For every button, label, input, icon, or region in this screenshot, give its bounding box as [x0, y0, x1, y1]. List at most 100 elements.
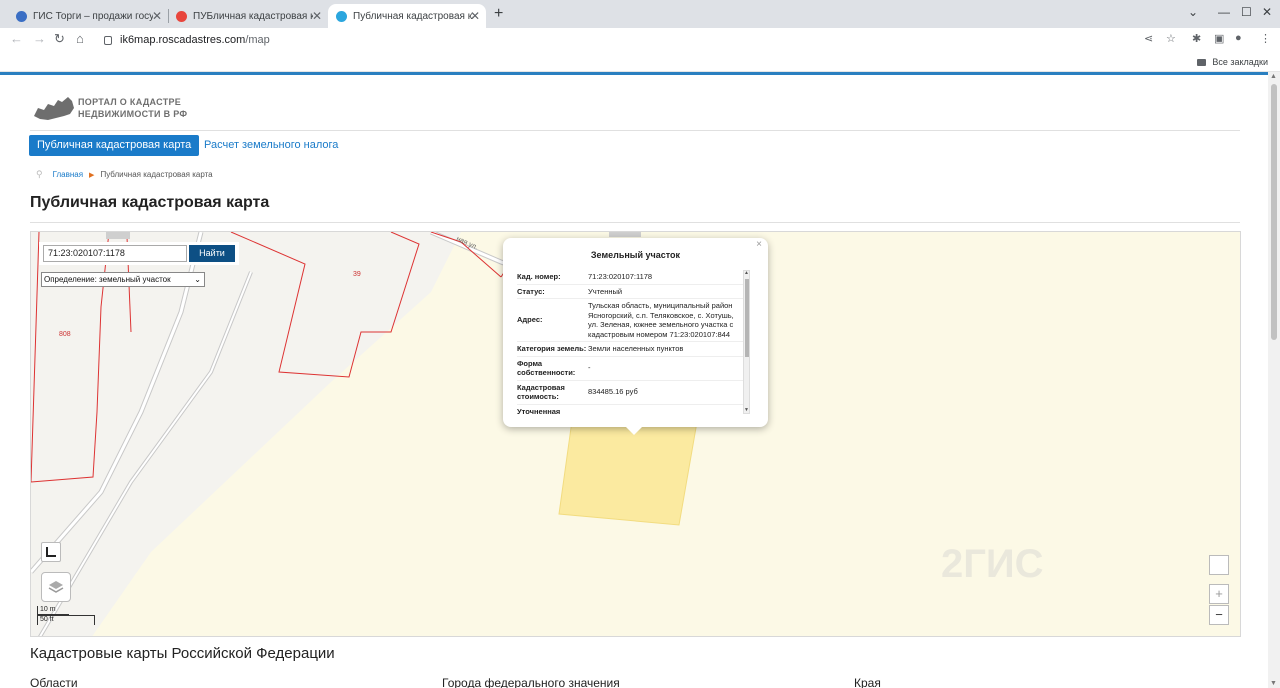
- scrollbar-thumb[interactable]: [1271, 84, 1277, 340]
- cadastral-map[interactable]: 39 808 ная ул. 2ГИС 71:23:020107:1178 На…: [30, 231, 1241, 637]
- attribute-row: Уточненная: [517, 405, 743, 415]
- lock-icon: [104, 35, 112, 45]
- scroll-down-icon[interactable]: ▼: [1270, 680, 1277, 687]
- map-provider-watermark: 2ГИС: [941, 542, 1044, 586]
- nav-land-tax[interactable]: Расчет земельного налога: [204, 139, 338, 151]
- folder-icon: [1197, 58, 1207, 66]
- scrollbar-thumb[interactable]: [745, 279, 749, 357]
- definition-value: земельный участок: [99, 275, 171, 284]
- divider: [30, 222, 1240, 223]
- bookmarks-bar: Все закладки: [0, 52, 1280, 72]
- minimize-icon[interactable]: —: [1218, 5, 1230, 19]
- tab-favicon-icon: [16, 10, 27, 22]
- column-heading-federal-cities: Города федерального значения: [442, 676, 620, 688]
- attribute-key: Статус:: [517, 286, 545, 296]
- attribute-value: Учтенный: [588, 286, 623, 296]
- back-icon[interactable]: ←: [10, 31, 23, 46]
- tab-favicon-icon: [176, 10, 187, 22]
- address-bar[interactable]: ik6map.roscadastres.com /map: [98, 29, 1198, 51]
- close-tab-icon[interactable]: ✕: [152, 9, 162, 23]
- definition-select[interactable]: Определение: земельный участок ⌄: [41, 272, 205, 287]
- attribute-key: Уточненная: [517, 406, 561, 415]
- attribute-row: Кад. номер: 71:23:020107:1178: [517, 270, 743, 285]
- close-tab-icon[interactable]: ✕: [470, 9, 480, 23]
- page-content: ПОРТАЛ О КАДАСТРЕ НЕДВИЖИМОСТИ В РФ Публ…: [0, 72, 1268, 688]
- attribute-value: [588, 407, 743, 415]
- profile-icon[interactable]: ●: [1235, 32, 1242, 44]
- popup-title: Земельный участок: [590, 250, 681, 260]
- attribute-value: Тульская область, муниципальный район Яс…: [588, 301, 734, 339]
- url-host: ik6map.roscadastres.com: [120, 34, 246, 46]
- scroll-up-icon[interactable]: ▲: [744, 270, 749, 276]
- attribute-key: Адрес:: [517, 315, 543, 325]
- attribute-row: Кадастровая стоимость: 834485.16 руб: [517, 381, 743, 405]
- attribute-key: Форма собственности:: [517, 358, 576, 378]
- forward-icon[interactable]: →: [33, 31, 46, 46]
- breadcrumb: ⚲ Главная ▶ Публичная кадастровая карта: [36, 169, 213, 180]
- layers-button[interactable]: [41, 572, 71, 602]
- logo-line-2: НЕДВИЖИМОСТИ В РФ: [78, 109, 188, 119]
- fullscreen-button[interactable]: [1209, 555, 1229, 575]
- attribute-value: 71:23:020107:1178: [588, 272, 653, 281]
- ruler-icon: [46, 547, 56, 557]
- header-accent-line: [0, 72, 1268, 75]
- cadastral-search-input[interactable]: 71:23:020107:1178: [43, 245, 187, 262]
- logo-line-1: ПОРТАЛ О КАДАСТРЕ: [78, 97, 182, 107]
- attribute-value: 834485.16 руб: [588, 387, 638, 397]
- column-heading-krai: Края: [854, 676, 881, 688]
- all-bookmarks-button[interactable]: Все закладки: [1197, 57, 1268, 67]
- definition-label: Определение:: [44, 275, 97, 284]
- new-tab-button[interactable]: +: [494, 5, 503, 23]
- parcel-label: 39: [353, 271, 361, 278]
- attribute-row: Статус: Учтенный: [517, 285, 743, 299]
- attribute-key: Категория земель:: [517, 344, 587, 353]
- breadcrumb-home-link[interactable]: Главная: [53, 170, 83, 179]
- tab-title: ГИС Торги – продажи госуд: [33, 10, 153, 22]
- home-icon[interactable]: ⌂: [76, 31, 84, 46]
- bookmark-star-icon[interactable]: ☆: [1166, 32, 1176, 45]
- parcel-label: 808: [59, 331, 71, 338]
- side-panel-icon[interactable]: ▣: [1214, 32, 1224, 45]
- browser-toolbar: ← → ↻ ⌂ ik6map.roscadastres.com /map: [0, 28, 1280, 52]
- url-path: /map: [245, 34, 270, 46]
- attribute-row: Категория земель: Земли населенных пункто…: [517, 342, 743, 357]
- reload-icon[interactable]: ↻: [54, 31, 65, 47]
- parcel-info-popup: × Земельный участок Кад. номер: 71:23:020…: [503, 238, 768, 435]
- attribute-key: Кад. номер:: [517, 272, 561, 281]
- site-logo-text[interactable]: ПОРТАЛ О КАДАСТРЕ НЕДВИЖИМОСТИ В РФ: [78, 96, 187, 120]
- attribute-row: Форма собственности: -: [517, 357, 743, 381]
- maximize-icon[interactable]: ☐: [1241, 5, 1252, 19]
- share-icon[interactable]: ⋖: [1144, 32, 1153, 45]
- search-button[interactable]: Найти: [189, 245, 235, 262]
- column-heading-regions: Области: [30, 676, 78, 688]
- browser-tab-active[interactable]: Публичная кадастровая ка ✕: [328, 4, 486, 28]
- location-pin-icon: ⚲: [36, 169, 43, 179]
- scroll-up-icon[interactable]: ▲: [1270, 73, 1277, 80]
- close-tab-icon[interactable]: ✕: [312, 9, 322, 23]
- measure-tool-button[interactable]: [41, 542, 61, 562]
- all-bookmarks-label: Все закладки: [1212, 57, 1268, 67]
- tab-title: ПУБличная кадастровая ка: [193, 10, 313, 22]
- close-popup-button[interactable]: ×: [756, 239, 762, 250]
- section-title: Кадастровые карты Российской Федерации: [30, 645, 335, 662]
- extensions-icon[interactable]: ✱: [1192, 32, 1201, 45]
- menu-kebab-icon[interactable]: ⋮: [1260, 32, 1271, 45]
- zoom-in-button[interactable]: +: [1209, 584, 1229, 604]
- page-scrollbar[interactable]: ▲ ▼: [1268, 72, 1280, 688]
- scroll-down-icon[interactable]: ▼: [744, 407, 749, 413]
- attribute-value: -: [588, 363, 591, 373]
- attribute-row: Адрес: Тульская область, муниципальный ра…: [517, 299, 743, 342]
- close-window-icon[interactable]: ✕: [1262, 5, 1272, 19]
- scale-imperial: 50 ft: [37, 615, 95, 625]
- attribute-key: Кадастровая стоимость:: [517, 382, 565, 402]
- browser-tab[interactable]: ПУБличная кадастровая ка ✕: [168, 4, 328, 28]
- zoom-out-button[interactable]: −: [1209, 605, 1229, 625]
- popup-scrollbar[interactable]: ▲ ▼: [743, 270, 750, 414]
- tab-title: Публичная кадастровая ка: [353, 10, 473, 22]
- tab-search-icon[interactable]: ⌄: [1188, 5, 1198, 19]
- attribute-value: Земли населенных пунктов: [588, 344, 684, 353]
- nav-cadastral-map[interactable]: Публичная кадастровая карта: [29, 135, 200, 156]
- browser-tab[interactable]: ГИС Торги – продажи госуд ✕: [8, 4, 168, 28]
- chevron-down-icon: ⌄: [194, 275, 201, 284]
- breadcrumb-arrow-icon: ▶: [89, 171, 95, 179]
